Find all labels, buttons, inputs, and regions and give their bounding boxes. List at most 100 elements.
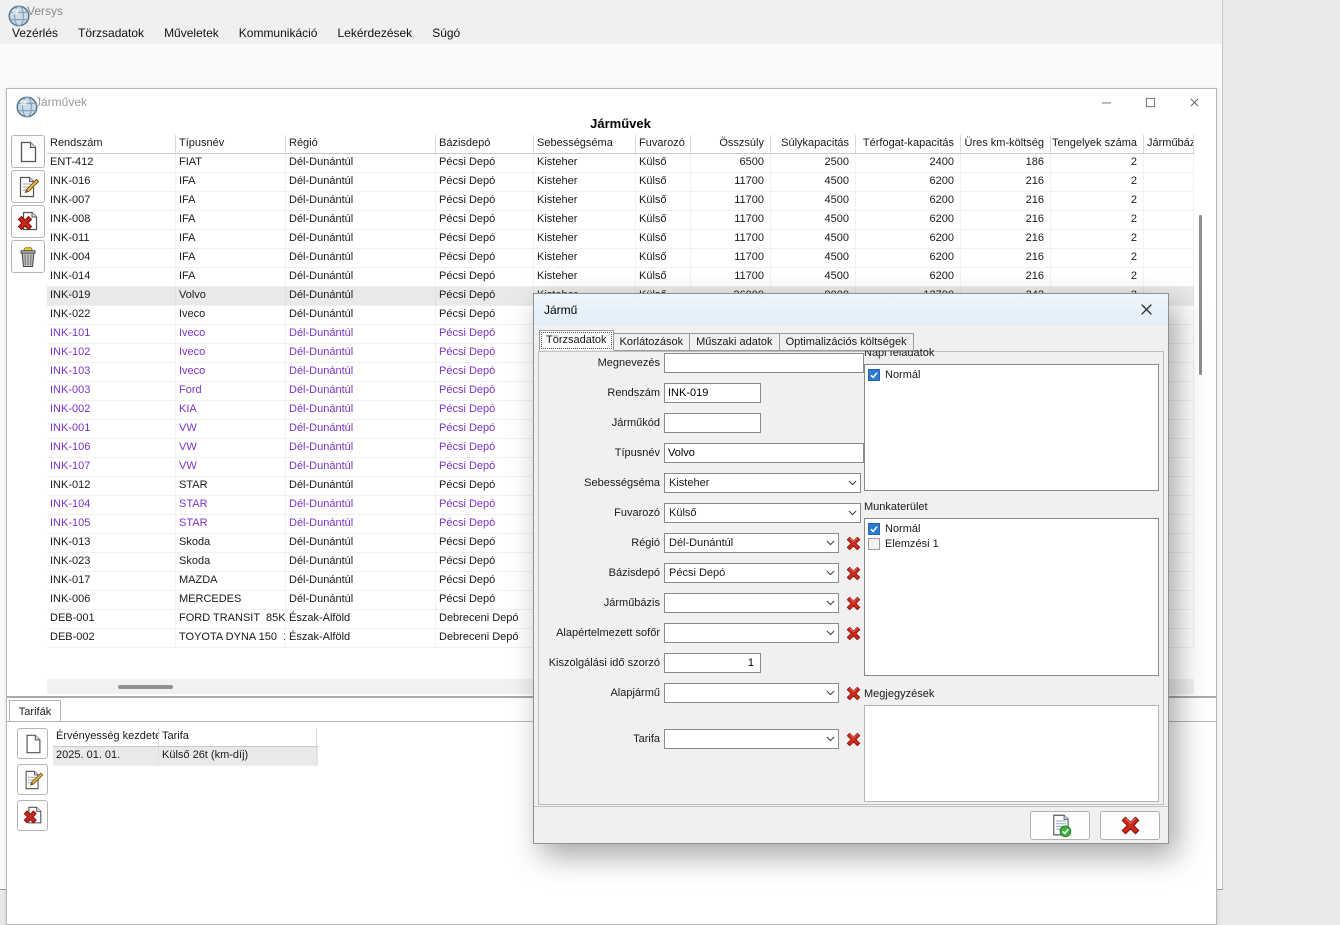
cell-bazisdepo: Pécsi Depó: [436, 230, 534, 248]
vehicle-row-ink-016[interactable]: INK-016IFADél-DunántúlPécsi DepóKisteher…: [47, 173, 1194, 192]
list-item-normal[interactable]: Normál: [865, 521, 1158, 536]
cell-regio: Dél-Dunántúl: [286, 363, 436, 381]
cell-tipusnev: IFA: [176, 249, 286, 267]
column-header-fuvarozo[interactable]: Fuvarozó: [636, 135, 691, 153]
close-button[interactable]: [1172, 89, 1216, 115]
edit-vehicle-button[interactable]: [11, 170, 45, 203]
new-vehicle-button[interactable]: [11, 135, 45, 168]
vehicle-row-ink-011[interactable]: INK-011IFADél-DunántúlPécsi DepóKisteher…: [47, 230, 1194, 249]
tariff-row[interactable]: 2025. 01. 01.Külső 26t (km-díj): [53, 747, 318, 766]
field-fuvarozo[interactable]: Külső: [664, 503, 861, 523]
field-sebessegsema[interactable]: Kisteher: [664, 473, 861, 493]
cell-ures-km-koltseg: 216: [961, 211, 1051, 229]
cell-rendszam: DEB-001: [47, 610, 176, 628]
clear-tarifa-button[interactable]: [844, 730, 863, 749]
field-kiszolgalasi-ido-szorzo[interactable]: [664, 653, 761, 673]
field-rendszam[interactable]: [664, 383, 761, 403]
maximize-button[interactable]: [1128, 89, 1172, 115]
field-regio[interactable]: Dél-Dunántúl: [664, 533, 839, 553]
column-header-sebessegsema[interactable]: Sebességséma: [534, 135, 636, 153]
menu-vezerles[interactable]: Vezérlés: [2, 22, 68, 44]
menu-lekerdezesek[interactable]: Lekérdezések: [327, 22, 422, 44]
tab-korlatozasok[interactable]: Korlátozások: [613, 333, 691, 351]
cell-bazisdepo: Pécsi Depó: [436, 496, 534, 514]
tariffs-table-header: Érvényesség kezdeteTarifa: [53, 728, 318, 747]
tab-torzsadatok[interactable]: Törzsadatok: [539, 330, 614, 351]
field-tipusnev[interactable]: [664, 443, 864, 463]
page-title: Járművek: [47, 116, 1194, 131]
unchecked-checkbox[interactable]: [868, 538, 880, 550]
cell-bazisdepo: Pécsi Depó: [436, 572, 534, 590]
tariff-column-tarifa[interactable]: Tarifa: [159, 728, 317, 746]
vehicle-row-ink-007[interactable]: INK-007IFADél-DunántúlPécsi DepóKisteher…: [47, 192, 1194, 211]
save-button[interactable]: [1030, 811, 1090, 840]
checked-checkbox[interactable]: [868, 369, 880, 381]
column-header-tengelyek-szama[interactable]: Tengelyek száma: [1051, 135, 1144, 153]
clear-jarmubazis-button[interactable]: [844, 594, 863, 613]
cell-terfogat-kapacitas: 2400: [856, 154, 961, 172]
clear-alapjarmu-button[interactable]: [844, 684, 863, 703]
edit-tariff-button[interactable]: [17, 764, 48, 795]
minimize-button[interactable]: [1084, 89, 1128, 115]
field-regio-value: Dél-Dunántúl: [665, 537, 822, 549]
cell-rendszam: INK-101: [47, 325, 176, 343]
tab-tarifak[interactable]: Tarifák: [9, 700, 61, 722]
cell-tipusnev: IFA: [176, 173, 286, 191]
field-row-tipusnev: Típusnév: [542, 443, 864, 463]
field-alapertelmezett-sofor[interactable]: [664, 623, 839, 643]
new-tariff-button[interactable]: [17, 728, 48, 759]
vertical-scrollbar-thumb[interactable]: [1199, 215, 1202, 375]
dialog-close-button[interactable]: [1124, 294, 1168, 325]
menu-torzsadatok[interactable]: Törzsadatok: [68, 22, 154, 44]
column-header-ures-km-koltseg[interactable]: Üres km-költség: [961, 135, 1051, 153]
field-alapjarmu[interactable]: [664, 683, 839, 703]
field-label-rendszam: Rendszám: [542, 387, 660, 399]
menu-sugo[interactable]: Súgó: [422, 22, 470, 44]
field-tarifa[interactable]: [664, 729, 839, 749]
horizontal-scrollbar-thumb[interactable]: [118, 685, 173, 689]
cell-sulykapacitas: 2500: [771, 154, 856, 172]
vehicle-row-ink-008[interactable]: INK-008IFADél-DunántúlPécsi DepóKisteher…: [47, 211, 1194, 230]
discard-vehicle-button[interactable]: [11, 240, 45, 273]
vehicle-row-ink-004[interactable]: INK-004IFADél-DunántúlPécsi DepóKisteher…: [47, 249, 1194, 268]
cell-terfogat-kapacitas: 6200: [856, 211, 961, 229]
menu-muveletek[interactable]: Műveletek: [154, 22, 229, 44]
cancel-button[interactable]: [1100, 811, 1160, 840]
cell-tipusnev: Skoda: [176, 553, 286, 571]
list-item-elemzesi-1[interactable]: Elemzési 1: [865, 536, 1158, 551]
field-jarmubazis[interactable]: [664, 593, 839, 613]
cell-rendszam: INK-008: [47, 211, 176, 229]
cell-terfogat-kapacitas: 6200: [856, 230, 961, 248]
field-megnevezes[interactable]: [664, 353, 864, 373]
menu-kommunikacio[interactable]: Kommunikáció: [229, 22, 328, 44]
tab-optimalizacios-koltsegek[interactable]: Optimalizációs költségek: [779, 333, 914, 351]
cell-regio: Észak-Alföld: [286, 610, 436, 628]
cell-tipusnev: KIA: [176, 401, 286, 419]
megjegyzesek-textarea[interactable]: [864, 705, 1159, 802]
column-header-regio[interactable]: Régió: [286, 135, 436, 153]
column-header-terfogat-kapacitas[interactable]: Térfogat-kapacitás: [856, 135, 961, 153]
column-header-tipusnev[interactable]: Típusnév: [176, 135, 286, 153]
column-header-jarmubazis[interactable]: Járműbázis: [1144, 135, 1194, 153]
column-header-sulykapacitas[interactable]: Súlykapacitás: [771, 135, 856, 153]
cell-tipusnev: VW: [176, 439, 286, 457]
vehicle-dialog: Jármű TörzsadatokKorlátozásokMűszaki ada…: [533, 293, 1169, 844]
field-jarmukod[interactable]: [664, 413, 761, 433]
tariff-column-ervenyesseg-kezdete[interactable]: Érvényesség kezdete: [53, 728, 159, 746]
cell-tengelyek-szama: 2: [1051, 154, 1144, 172]
delete-tariff-button[interactable]: [17, 800, 48, 831]
cell-regio: Dél-Dunántúl: [286, 572, 436, 590]
vehicle-row-ent-412[interactable]: ENT-412FIATDél-DunántúlPécsi DepóKistehe…: [47, 154, 1194, 173]
list-item-normal[interactable]: Normál: [865, 367, 1158, 382]
checked-checkbox[interactable]: [868, 523, 880, 535]
column-header-osszsuly[interactable]: Összsúly: [691, 135, 771, 153]
field-bazisdepo[interactable]: Pécsi Depó: [664, 563, 839, 583]
clear-alapertelmezett-sofor-button[interactable]: [844, 624, 863, 643]
vehicle-row-ink-014[interactable]: INK-014IFADél-DunántúlPécsi DepóKisteher…: [47, 268, 1194, 287]
column-header-rendszam[interactable]: Rendszám: [47, 135, 176, 153]
clear-regio-button[interactable]: [844, 534, 863, 553]
delete-vehicle-button[interactable]: [11, 205, 45, 238]
clear-bazisdepo-button[interactable]: [844, 564, 863, 583]
column-header-bazisdepo[interactable]: Bázisdepó: [436, 135, 534, 153]
tab-muszaki-adatok[interactable]: Műszaki adatok: [689, 333, 779, 351]
